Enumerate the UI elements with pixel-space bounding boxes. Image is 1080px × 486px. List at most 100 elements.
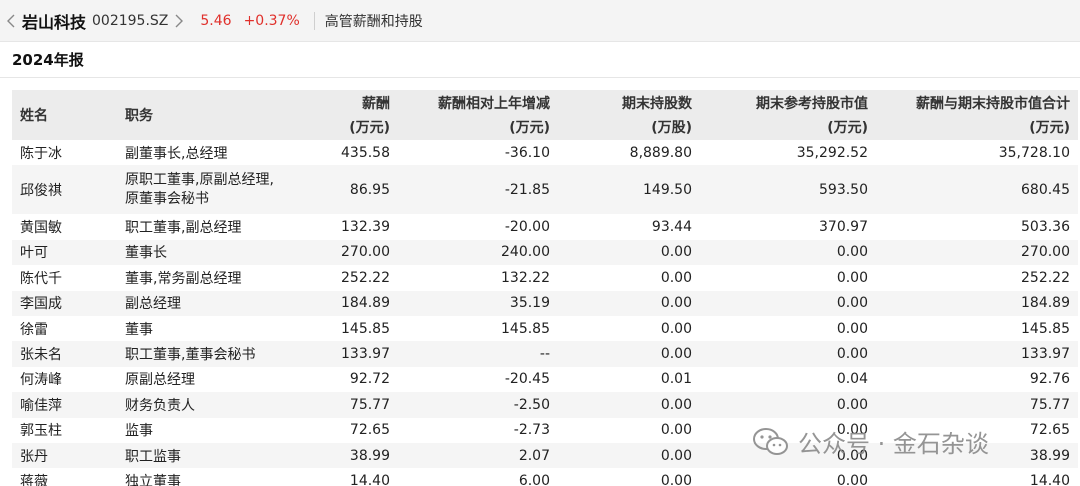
cell-salary: 270.00 — [341, 244, 390, 261]
table-row[interactable]: 张未名 职工董事,董事会秘书 133.97 -- 0.00 0.00 133.97 — [12, 341, 1078, 367]
cell-name: 邱俊祺 — [20, 182, 62, 199]
table-row[interactable]: 陈代千 董事,常务副总经理 252.22 132.22 0.00 0.00 252.22 — [12, 265, 1078, 290]
cell-salary-change: 35.19 — [509, 295, 550, 312]
cell-salary-change: 2.07 — [518, 447, 550, 464]
table-row[interactable]: 喻佳萍 财务负责人 75.77 -2.50 0.00 0.00 75.77 — [12, 392, 1078, 418]
table-row[interactable]: 何涛峰 原副总经理 92.72 -20.45 0.01 0.04 92.76 — [12, 367, 1078, 392]
cell-name: 陈于冰 — [20, 145, 62, 162]
column-header-shares-held[interactable]: 期末持股数 (万股) — [558, 90, 700, 140]
cell-name: 李国成 — [20, 296, 62, 313]
cell-salary: 184.89 — [341, 295, 390, 312]
column-header-salary[interactable]: 薪酬 (万元) — [292, 90, 398, 140]
cell-holding-value: 0.00 — [836, 396, 868, 413]
cell-salary-change: 6.00 — [518, 472, 550, 486]
cell-salary-change: -2.73 — [513, 422, 550, 439]
cell-salary-change: -2.50 — [513, 396, 550, 413]
cell-holding-value: 0.00 — [836, 472, 868, 486]
cell-position: 董事长 — [125, 245, 167, 262]
cell-salary: 38.99 — [349, 447, 390, 464]
cell-salary-change: 132.22 — [501, 269, 550, 286]
cell-shares: 0.01 — [660, 371, 692, 388]
cell-shares: 0.00 — [660, 346, 692, 363]
cell-name: 张丹 — [20, 448, 48, 465]
cell-holding-value: 35,292.52 — [796, 144, 868, 161]
cell-position: 财务负责人 — [125, 397, 195, 414]
watermark-text: 公众号 · 金石杂谈 — [798, 430, 989, 458]
column-header-total[interactable]: 薪酬与期末持股市值合计 (万元) — [876, 90, 1078, 140]
cell-total: 145.85 — [1021, 320, 1070, 337]
cell-total: 92.76 — [1029, 371, 1070, 388]
cell-shares: 0.00 — [660, 244, 692, 261]
stock-code: 002195.SZ — [92, 12, 169, 29]
cell-position: 董事,常务副总经理 — [125, 270, 242, 287]
cell-salary-change: -- — [539, 346, 550, 363]
cell-holding-value: 0.00 — [836, 346, 868, 363]
cell-name: 黄国敏 — [20, 220, 62, 237]
cell-shares: 0.00 — [660, 295, 692, 312]
cell-salary: 92.72 — [349, 371, 390, 388]
cell-name: 喻佳萍 — [20, 397, 62, 414]
cell-salary: 75.77 — [349, 396, 390, 413]
cell-name: 张未名 — [20, 347, 62, 364]
wechat-icon — [753, 427, 788, 455]
cell-holding-value: 0.00 — [836, 320, 868, 337]
cell-shares: 0.00 — [660, 422, 692, 439]
cell-position: 原职工董事,原副总经理,原董事会秘书 — [125, 171, 274, 207]
table-row[interactable]: 黄国敏 职工董事,副总经理 132.39 -20.00 93.44 370.97 503.3… — [12, 214, 1078, 239]
cell-holding-value: 0.00 — [836, 244, 868, 261]
table-row[interactable]: 叶可 董事长 270.00 240.00 0.00 0.00 270.00 — [12, 239, 1078, 266]
cell-salary: 252.22 — [341, 269, 390, 286]
cell-shares: 0.00 — [660, 396, 692, 413]
divider — [313, 11, 315, 30]
table-row[interactable]: 李国成 副总经理 184.89 35.19 0.00 0.00 184.89 — [12, 290, 1078, 316]
table-header-row: 姓名 职务 薪酬 (万元) 薪酬相对上年增减 (万元) 期末持股数 (万股) 期末参考… — [12, 90, 1078, 140]
cell-name: 徐雷 — [20, 321, 48, 338]
column-header-salary-change[interactable]: 薪酬相对上年增减 (万元) — [398, 90, 558, 140]
column-header-position[interactable]: 职务 — [117, 90, 292, 140]
cell-salary-change: -20.00 — [504, 219, 550, 236]
cell-name: 叶可 — [20, 245, 48, 262]
cell-salary: 72.65 — [349, 422, 390, 439]
cell-position: 监事 — [125, 423, 153, 440]
cell-holding-value: 370.97 — [819, 219, 868, 236]
stock-name: 岩山科技 — [22, 12, 87, 32]
cell-shares: 8,889.80 — [629, 144, 692, 161]
cell-position: 副董事长,总经理 — [125, 145, 228, 162]
cell-total: 133.97 — [1021, 346, 1070, 363]
cell-holding-value: 0.00 — [836, 269, 868, 286]
cell-position: 职工董事,董事会秘书 — [125, 347, 256, 364]
cell-name: 何涛峰 — [20, 372, 62, 389]
column-header-name[interactable]: 姓名 — [12, 90, 117, 140]
cell-position: 职工监事 — [125, 448, 181, 465]
chevron-left-icon[interactable] — [6, 11, 16, 31]
cell-salary-change: -20.45 — [504, 371, 550, 388]
watermark: 公众号 · 金石杂谈 — [752, 424, 989, 459]
cell-total: 680.45 — [1021, 181, 1070, 198]
cell-total: 35,728.10 — [998, 144, 1070, 161]
cell-salary-change: 240.00 — [501, 244, 550, 261]
report-period-title: 2024年报 — [0, 42, 1080, 78]
cell-total: 270.00 — [1021, 244, 1070, 261]
cell-salary: 14.40 — [349, 472, 390, 486]
cell-holding-value: 0.04 — [836, 371, 868, 388]
table-row[interactable]: 邱俊祺 原职工董事,原副总经理,原董事会秘书 86.95 -21.85 149.50 59… — [12, 165, 1078, 215]
page-title: 高管薪酬和持股 — [324, 13, 423, 30]
cell-total: 75.77 — [1029, 396, 1070, 413]
cell-name: 陈代千 — [20, 270, 62, 287]
column-header-holding-value[interactable]: 期末参考持股市值 (万元) — [700, 90, 876, 140]
cell-shares: 0.00 — [660, 269, 692, 286]
chevron-right-icon[interactable] — [174, 11, 184, 31]
cell-shares: 0.00 — [660, 320, 692, 337]
stock-price: 5.46 — [200, 12, 232, 29]
cell-total: 184.89 — [1021, 295, 1070, 312]
cell-shares: 0.00 — [660, 472, 692, 486]
cell-salary: 132.39 — [341, 219, 390, 236]
table-row[interactable]: 陈于冰 副董事长,总经理 435.58 -36.10 8,889.80 35,292.52… — [12, 140, 1078, 165]
cell-total: 14.40 — [1029, 472, 1070, 486]
top-bar: 岩山科技 002195.SZ 5.46 +0.37% 高管薪酬和持股 — [0, 0, 1080, 42]
table-row[interactable]: 蒋薇 独立董事 14.40 6.00 0.00 0.00 14.40 — [12, 468, 1078, 486]
stock-change: +0.37% — [243, 12, 300, 29]
cell-name: 郭玉柱 — [20, 423, 62, 440]
table-row[interactable]: 徐雷 董事 145.85 145.85 0.00 0.00 145.85 — [12, 316, 1078, 341]
cell-shares: 0.00 — [660, 447, 692, 464]
